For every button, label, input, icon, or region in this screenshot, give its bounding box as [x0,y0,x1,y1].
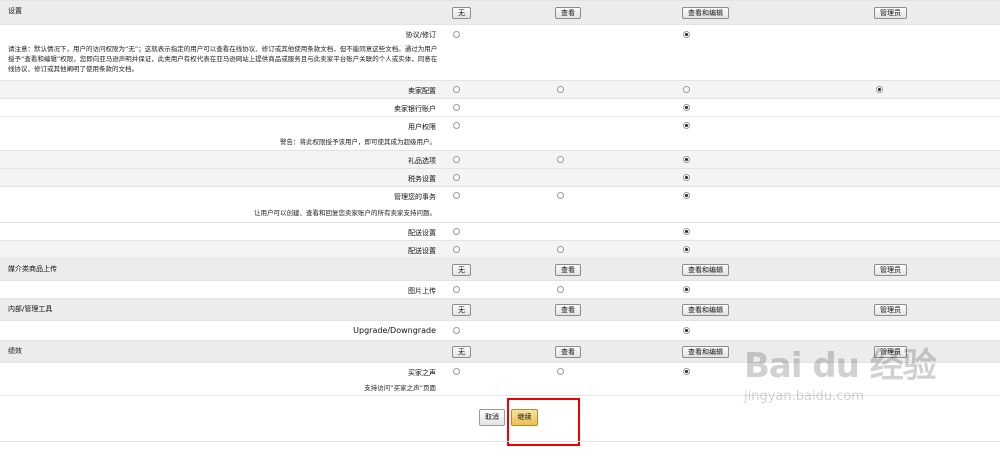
radio-upgrade-none[interactable] [453,327,460,334]
radio-seller-config-view[interactable] [557,86,564,93]
label-gift: 礼品选项 [408,157,436,165]
label-user-perm: 用户权限 [408,123,436,131]
radio-shipping-2-view[interactable] [557,246,564,253]
row-image-upload: 图片上传 [0,280,1000,298]
section-title-performance: 绩效 [8,347,22,355]
settings-admin-button[interactable]: 管理员 [874,7,907,19]
settings-view-button[interactable]: 查看 [555,7,581,19]
radio-image-upload-none[interactable] [453,286,460,293]
media-none-button[interactable]: 无 [452,264,471,276]
label-seller-bank: 卖家银行账户 [394,105,436,113]
radio-gift-none[interactable] [453,156,460,163]
radio-seller-bank-view-edit[interactable] [683,104,690,111]
watermark-url: jingyan.baidu.com [744,389,864,404]
label-shipping-2: 配送设置 [408,247,436,255]
radio-shipping-1-view-edit[interactable] [683,228,690,235]
radio-gift-view[interactable] [557,156,564,163]
radio-shipping-1-none[interactable] [453,228,460,235]
note-agreement: 请注意：默认情况下，用户的访问权限为“无”；这就表示指定的用户可以查看在线协议、… [8,45,438,73]
note-user-perm: 警告：将此权限授予该用户，即可使其成为超级用户。 [280,138,436,146]
radio-seller-config-view-edit[interactable] [683,86,690,93]
radio-manage-cases-none[interactable] [453,192,460,199]
internal-admin-button[interactable]: 管理员 [874,304,907,316]
radio-tax-none[interactable] [453,174,460,181]
section-internal: 内部/管理工具 无 查看 查看和编辑 管理员 [0,298,1000,320]
note-buyer-voice: 支持访问“买家之声”页面 [364,384,436,392]
row-shipping-2: 配送设置 [0,240,1000,258]
radio-upgrade-view-edit[interactable] [683,327,690,334]
row-agreement: 协议/修订 请注意：默认情况下，用户的访问权限为“无”；这就表示指定的用户可以查… [0,24,1000,80]
section-title-settings: 设置 [8,7,22,15]
internal-view-edit-button[interactable]: 查看和编辑 [682,304,729,316]
performance-none-button[interactable]: 无 [452,346,471,358]
section-title-media: 媒介类商品上传 [8,265,57,273]
radio-tax-view-edit[interactable] [683,174,690,181]
radio-seller-bank-none[interactable] [453,104,460,111]
radio-buyer-voice-view[interactable] [557,368,564,375]
performance-view-button[interactable]: 查看 [555,346,581,358]
label-shipping-1: 配送设置 [408,229,436,237]
radio-seller-config-none[interactable] [453,86,460,93]
radio-shipping-2-none[interactable] [453,246,460,253]
baidu-watermark: Bai du 经验 jingyan.baidu.com [744,338,984,438]
label-agreement: 协议/修订 [405,31,436,39]
note-manage-cases: 让用户可以创建、查看和回复您卖家账户的所有卖家支持问题。 [254,209,436,217]
row-seller-bank: 卖家银行账户 [0,98,1000,116]
radio-shipping-2-view-edit[interactable] [683,246,690,253]
settings-none-button[interactable]: 无 [452,7,471,19]
radio-agreement-view-edit[interactable] [683,31,690,38]
section-media: 媒介类商品上传 无 查看 查看和编辑 管理员 [0,258,1000,280]
radio-manage-cases-view[interactable] [557,192,564,199]
radio-gift-view-edit[interactable] [683,156,690,163]
radio-manage-cases-view-edit[interactable] [683,192,690,199]
media-view-button[interactable]: 查看 [555,264,581,276]
radio-agreement-none[interactable] [453,31,460,38]
performance-view-edit-button[interactable]: 查看和编辑 [682,346,729,358]
row-upgrade: Upgrade/Downgrade [0,320,1000,340]
internal-view-button[interactable]: 查看 [555,304,581,316]
highlight-box [507,398,580,446]
section-title-internal: 内部/管理工具 [8,305,53,313]
label-tax: 税务设置 [408,175,436,183]
radio-buyer-voice-none[interactable] [453,368,460,375]
radio-user-perm-view-edit[interactable] [683,122,690,129]
row-user-perm: 用户权限 警告：将此权限授予该用户，即可使其成为超级用户。 [0,116,1000,150]
row-tax: 税务设置 [0,168,1000,186]
label-image-upload: 图片上传 [408,287,436,295]
radio-image-upload-view-edit[interactable] [683,286,690,293]
watermark-logo: Bai du 经验 [744,346,937,386]
media-view-edit-button[interactable]: 查看和编辑 [682,264,729,276]
row-manage-cases: 管理您的事务 让用户可以创建、查看和回复您卖家账户的所有卖家支持问题。 [0,186,1000,222]
media-admin-button[interactable]: 管理员 [874,264,907,276]
label-buyer-voice: 买家之声 [408,369,436,377]
radio-user-perm-none[interactable] [453,122,460,129]
radio-buyer-voice-view-edit[interactable] [683,368,690,375]
internal-none-button[interactable]: 无 [452,304,471,316]
row-seller-config: 卖家配置 [0,80,1000,98]
radio-image-upload-view[interactable] [557,286,564,293]
cancel-button[interactable]: 取消 [479,409,505,426]
row-shipping-1: 配送设置 [0,222,1000,240]
label-seller-config: 卖家配置 [408,87,436,95]
radio-seller-config-admin[interactable] [876,86,883,93]
section-settings: 设置 无 查看 查看和编辑 管理员 [0,0,1000,24]
label-manage-cases: 管理您的事务 [394,193,436,201]
row-gift: 礼品选项 [0,150,1000,168]
settings-view-edit-button[interactable]: 查看和编辑 [682,7,729,19]
label-upgrade: Upgrade/Downgrade [353,326,436,335]
footer-divider [0,441,1000,442]
